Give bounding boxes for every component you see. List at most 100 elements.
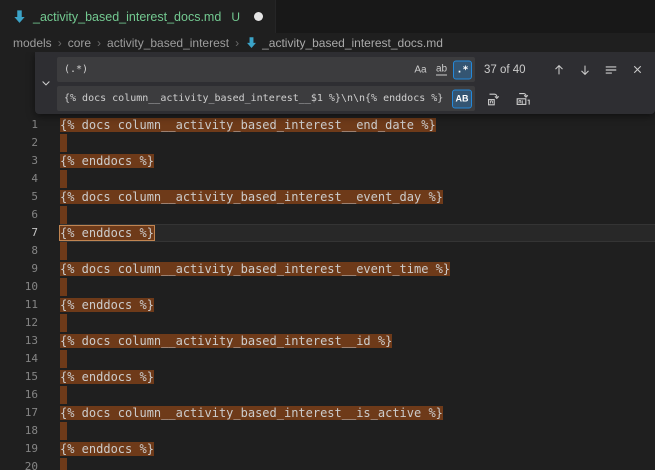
find-match-empty <box>60 386 67 404</box>
line-content <box>60 422 655 440</box>
find-match: {% enddocs %} <box>60 298 154 312</box>
editor-tab[interactable]: _activity_based_interest_docs.md U <box>0 0 276 33</box>
line-number: 6 <box>0 206 38 224</box>
find-match: {% docs column__activity_based_interest_… <box>60 190 443 204</box>
line-content <box>60 242 655 260</box>
editor-line-1[interactable]: 1{% docs column__activity_based_interest… <box>0 116 655 134</box>
editor-line-16[interactable]: 16 <box>0 386 655 404</box>
match-case-toggle[interactable]: Aa <box>411 60 430 79</box>
line-content: {% docs column__activity_based_interest_… <box>60 260 655 278</box>
toggle-replace-button[interactable] <box>35 52 57 114</box>
find-replace-widget: Aa ab .* 37 of 40 <box>35 52 655 114</box>
line-number: 20 <box>0 458 38 470</box>
line-content <box>60 278 655 296</box>
find-match: {% docs column__activity_based_interest_… <box>60 118 436 132</box>
editor-line-12[interactable]: 12 <box>0 314 655 332</box>
find-match-empty <box>60 314 67 332</box>
find-match-empty <box>60 206 67 224</box>
dbt-file-icon <box>245 36 258 49</box>
line-content <box>60 350 655 368</box>
line-number: 19 <box>0 440 38 458</box>
find-nav-buttons <box>549 57 647 82</box>
selection-lines-icon <box>604 63 618 77</box>
find-match: {% enddocs %} <box>60 442 154 456</box>
line-content: {% enddocs %} <box>60 224 655 242</box>
editor-line-6[interactable]: 6 <box>0 206 655 224</box>
line-content: {% docs column__activity_based_interest_… <box>60 116 655 134</box>
find-match-empty <box>60 242 67 260</box>
editor-line-13[interactable]: 13{% docs column__activity_based_interes… <box>0 332 655 350</box>
replace-input-wrap: AB <box>57 86 475 111</box>
editor-line-18[interactable]: 18 <box>0 422 655 440</box>
line-number: 4 <box>0 170 38 188</box>
editor-line-7[interactable]: 7 {% enddocs %} <box>0 224 655 242</box>
line-content: {% enddocs %} <box>60 440 655 458</box>
breadcrumb-item-models[interactable]: models <box>13 36 52 50</box>
close-find-button[interactable] <box>627 60 647 80</box>
find-match: {% docs column__activity_based_interest_… <box>60 334 392 348</box>
find-match: {% enddocs %} <box>60 370 154 384</box>
editor-line-17[interactable]: 17 {% docs column__activity_based_interes… <box>0 404 655 422</box>
editor-line-10[interactable]: 10 <box>0 278 655 296</box>
editor-pane[interactable]: Aa ab .* 37 of 40 <box>0 52 655 470</box>
find-match-current: {% enddocs %} <box>60 226 154 240</box>
line-number: 8 <box>0 242 38 260</box>
match-count: 37 of 40 <box>484 64 526 76</box>
previous-match-button[interactable] <box>549 60 569 80</box>
line-number: 11 <box>0 296 38 314</box>
breadcrumb-file-label: _activity_based_interest_docs.md <box>262 36 443 50</box>
line-number: 18 <box>0 422 38 440</box>
editor-line-8[interactable]: 8 <box>0 242 655 260</box>
find-match: {% docs column__activity_based_interest_… <box>60 262 450 276</box>
replace-all-icon <box>515 91 531 107</box>
editor-line-11[interactable]: 11 {% enddocs %} <box>0 296 655 314</box>
replace-row: AB <box>57 86 655 111</box>
regex-toggle[interactable]: .* <box>453 60 472 79</box>
find-match: {% enddocs %} <box>60 154 154 168</box>
line-number: 15 <box>0 368 38 386</box>
replace-icon <box>486 91 502 107</box>
replace-button[interactable] <box>484 89 504 109</box>
line-number: 5 <box>0 188 38 206</box>
line-content <box>60 170 655 188</box>
breadcrumb-item-activity-based-interest[interactable]: activity_based_interest <box>107 36 229 50</box>
chevron-down-icon <box>40 77 52 89</box>
editor-line-15[interactable]: 15 {% enddocs %} <box>0 368 655 386</box>
find-in-selection-button[interactable] <box>601 60 621 80</box>
find-match-empty <box>60 458 67 470</box>
line-content: {% docs column__activity_based_interest_… <box>60 332 655 350</box>
replace-all-button[interactable] <box>513 89 533 109</box>
line-number: 16 <box>0 386 38 404</box>
preserve-case-toggle[interactable]: AB <box>452 89 472 108</box>
find-match: {% docs column__activity_based_interest_… <box>60 406 443 420</box>
replace-input[interactable] <box>57 86 475 111</box>
whole-word-toggle[interactable]: ab <box>432 60 451 79</box>
line-content <box>60 134 655 152</box>
line-content: {% enddocs %} <box>60 368 655 386</box>
breadcrumb: models › core › activity_based_interest … <box>0 33 655 52</box>
line-number: 2 <box>0 134 38 152</box>
line-number: 7 <box>0 224 38 242</box>
replace-actions <box>484 89 533 109</box>
line-number: 17 <box>0 404 38 422</box>
editor-line-14[interactable]: 14 <box>0 350 655 368</box>
find-match-empty <box>60 278 67 296</box>
editor-line-2[interactable]: 2 <box>0 134 655 152</box>
next-match-button[interactable] <box>575 60 595 80</box>
editor-line-4[interactable]: 4 <box>0 170 655 188</box>
editor-lines: 1{% docs column__activity_based_interest… <box>0 116 655 470</box>
editor-line-20[interactable]: 20 <box>0 458 655 470</box>
editor-line-9[interactable]: 9{% docs column__activity_based_interest… <box>0 260 655 278</box>
line-content: {% docs column__activity_based_interest_… <box>60 404 655 422</box>
editor-line-5[interactable]: 5 {% docs column__activity_based_interest… <box>0 188 655 206</box>
unsaved-dot-icon[interactable] <box>254 12 263 21</box>
git-status-badge: U <box>231 10 240 24</box>
breadcrumb-item-core[interactable]: core <box>68 36 91 50</box>
breadcrumb-item-file[interactable]: _activity_based_interest_docs.md <box>245 36 443 50</box>
find-input-toggles: Aa ab .* <box>411 60 472 79</box>
editor-line-3[interactable]: 3{% enddocs %} <box>0 152 655 170</box>
line-content <box>60 386 655 404</box>
line-content <box>60 314 655 332</box>
dbt-file-icon <box>12 9 27 24</box>
editor-line-19[interactable]: 19 {% enddocs %} <box>0 440 655 458</box>
